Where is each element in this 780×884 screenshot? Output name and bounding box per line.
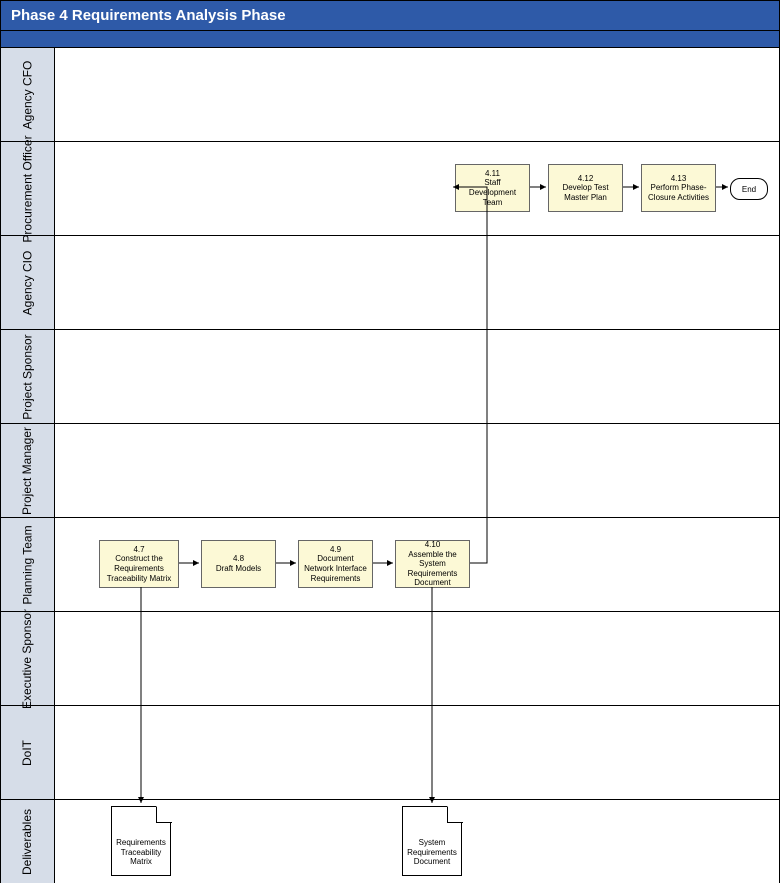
lane-executive-sponsor: Executive Sponsor [1,612,779,706]
activity-4-7: 4.7 Construct the Requirements Traceabil… [99,540,179,588]
end-terminator: End [730,178,768,200]
lane-deliverables: Deliverables Requirements Traceability M… [1,800,779,883]
lane-procurement-officer: Procurement Officer 4.11 Staff Developme… [1,142,779,236]
activity-4-10: 4.10 Assemble the System Requirements Do… [395,540,470,588]
diagram-title: Phase 4 Requirements Analysis Phase [1,1,779,31]
activity-4-12: 4.12 Develop Test Master Plan [548,164,623,212]
doc-fold-icon [156,807,172,823]
activity-4-11: 4.11 Staff Development Team [455,164,530,212]
lane-agency-cio: Agency CIO [1,236,779,330]
lane-label-exec: Executive Sponsor [1,612,55,705]
lane-project-manager: Project Manager [1,424,779,518]
lane-body-deliverables: Requirements Traceability Matrix System … [55,800,779,883]
lane-label-cfo: Agency CFO [1,48,55,141]
lane-label-pm: Project Manager [1,424,55,517]
lane-label-doit: DoIT [1,706,55,799]
lane-doit: DoIT [1,706,779,800]
doc-fold-icon [447,807,463,823]
lane-project-sponsor: Project Sponsor [1,330,779,424]
lane-label-deliverables: Deliverables [1,800,55,883]
header-band [1,31,779,48]
activity-4-8: 4.8 Draft Models [201,540,276,588]
lane-label-procurement: Procurement Officer [1,142,55,235]
lane-body-procurement: 4.11 Staff Development Team 4.12 Develop… [55,142,779,235]
lane-planning-team: Planning Team 4.7 Construct the Requirem… [1,518,779,612]
lane-label-sponsor: Project Sponsor [1,330,55,423]
lane-agency-cfo: Agency CFO [1,48,779,142]
swimlane-diagram: Phase 4 Requirements Analysis Phase Agen… [0,0,780,883]
lane-label-cio: Agency CIO [1,236,55,329]
activity-4-9: 4.9 Document Network Interface Requireme… [298,540,373,588]
lane-body-planning: 4.7 Construct the Requirements Traceabil… [55,518,779,611]
activity-4-13: 4.13 Perform Phase-Closure Activities [641,164,716,212]
lane-label-planning: Planning Team [1,518,55,611]
